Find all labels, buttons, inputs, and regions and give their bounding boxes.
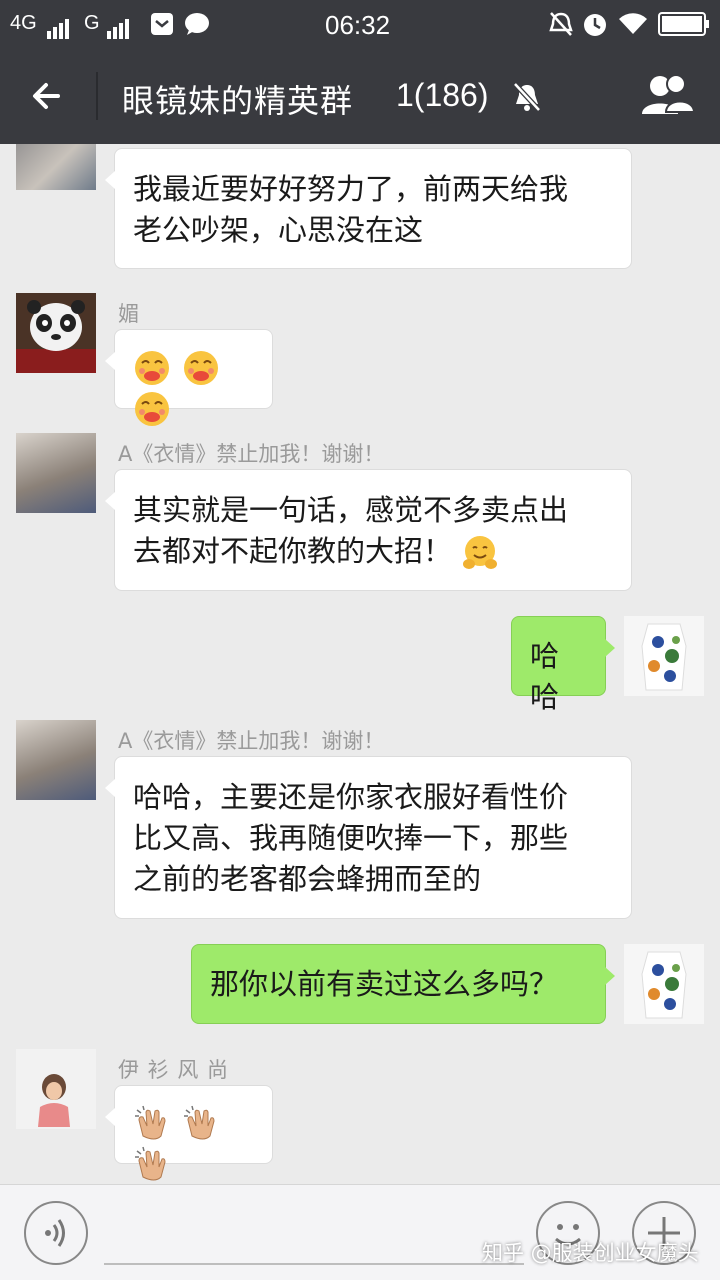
message-icon <box>185 13 209 35</box>
network-4g-label: 4G <box>10 12 37 34</box>
message-bubble-outgoing[interactable]: 哈哈 <box>511 616 615 714</box>
status-bar: 4G G 06:32 <box>0 0 720 48</box>
wifi-icon <box>619 13 647 35</box>
clock-icon <box>584 14 606 36</box>
group-title: 眼镜妹的精英群 <box>122 82 354 120</box>
message-line: 其实就是一句话，感觉不多卖点出 <box>133 493 569 527</box>
alarm-off-icon <box>549 12 573 36</box>
message-line: 老公吵架，心思没在这 <box>133 213 424 247</box>
message-text: 那你以前有卖过这么多吗？ <box>210 967 559 1001</box>
voice-icon <box>45 1219 65 1247</box>
clap-emoji-icon <box>135 1146 166 1181</box>
sender-avatar-yiqing[interactable] <box>16 433 96 513</box>
dress-avatar-image <box>624 944 704 1024</box>
network-g-label: G <box>84 12 100 34</box>
message-bubble[interactable]: 哈哈，主要还是你家衣服好看性价 比又高、我再随便吹捧一下，那些 之前的老客都会蜂… <box>105 756 632 919</box>
group-members-icon[interactable] <box>640 72 696 120</box>
sim-icon <box>151 13 173 35</box>
message-bubble[interactable] <box>105 329 273 426</box>
giggle-emoji-icon <box>135 392 169 426</box>
input-bar: 知乎 @服装创业女魔头 <box>0 1184 720 1280</box>
giggle-emoji-icon <box>184 351 219 385</box>
woman-avatar-image <box>16 1049 96 1129</box>
message-bubble[interactable]: 其实就是一句话，感觉不多卖点出 去都对不起你教的大招！ <box>105 469 632 591</box>
sender-name: A《衣情》禁止加我！谢谢！ <box>118 729 385 753</box>
back-arrow-icon[interactable] <box>28 76 68 116</box>
message-line: 我最近要好好努力了，前两天给我 <box>133 172 569 206</box>
message-bubble-outgoing[interactable]: 那你以前有卖过这么多吗？ <box>191 944 615 1024</box>
sender-avatar-yiqing[interactable] <box>16 720 96 800</box>
message-text: 哈哈 <box>530 639 560 714</box>
message-bubble[interactable] <box>105 1085 273 1181</box>
message-line: 之前的老客都会蜂拥而至的 <box>133 862 482 896</box>
sender-avatar-panda[interactable] <box>16 293 96 373</box>
sender-name: 媚 <box>118 302 139 326</box>
mute-bell-icon <box>513 82 541 112</box>
signal-icon-2 <box>107 14 131 39</box>
clap-emoji-icon <box>184 1105 215 1140</box>
message-line: 比又高、我再随便吹捧一下，那些 <box>133 821 569 855</box>
header-divider <box>96 72 98 120</box>
sender-name: 伊 衫 风 尚 <box>118 1058 230 1082</box>
panda-avatar-image <box>16 293 96 373</box>
signal-icon <box>47 14 71 39</box>
battery-icon <box>658 12 709 36</box>
watermark-text: 知乎 @服装创业女魔头 <box>482 1241 699 1265</box>
clap-emoji-icon <box>135 1105 166 1140</box>
member-count: 1(186) <box>396 77 489 113</box>
clock-time: 06:32 <box>325 10 391 40</box>
voice-button[interactable] <box>24 1201 88 1265</box>
my-avatar[interactable] <box>624 944 704 1024</box>
message-bubble[interactable]: 我最近要好好努力了，前两天给我 老公吵架，心思没在这 <box>105 148 632 269</box>
message-line: 去都对不起你教的大招！ <box>133 531 613 572</box>
message-line: 哈哈，主要还是你家衣服好看性价 <box>133 780 569 814</box>
sender-avatar[interactable] <box>16 144 96 190</box>
hug-emoji-icon <box>463 536 498 569</box>
my-avatar[interactable] <box>624 616 704 696</box>
sender-name: A《衣情》禁止加我！谢谢！ <box>118 442 385 466</box>
chat-header: 眼镜妹的精英群 1(186) <box>0 48 720 144</box>
message-list[interactable]: 我最近要好好努力了，前两天给我 老公吵架，心思没在这 媚 A《衣情》禁止加我！谢… <box>0 144 720 1184</box>
sender-avatar-yishan[interactable] <box>16 1049 96 1129</box>
giggle-emoji-icon <box>135 351 169 385</box>
dress-avatar-image <box>624 616 704 696</box>
message-input[interactable] <box>104 1263 524 1265</box>
